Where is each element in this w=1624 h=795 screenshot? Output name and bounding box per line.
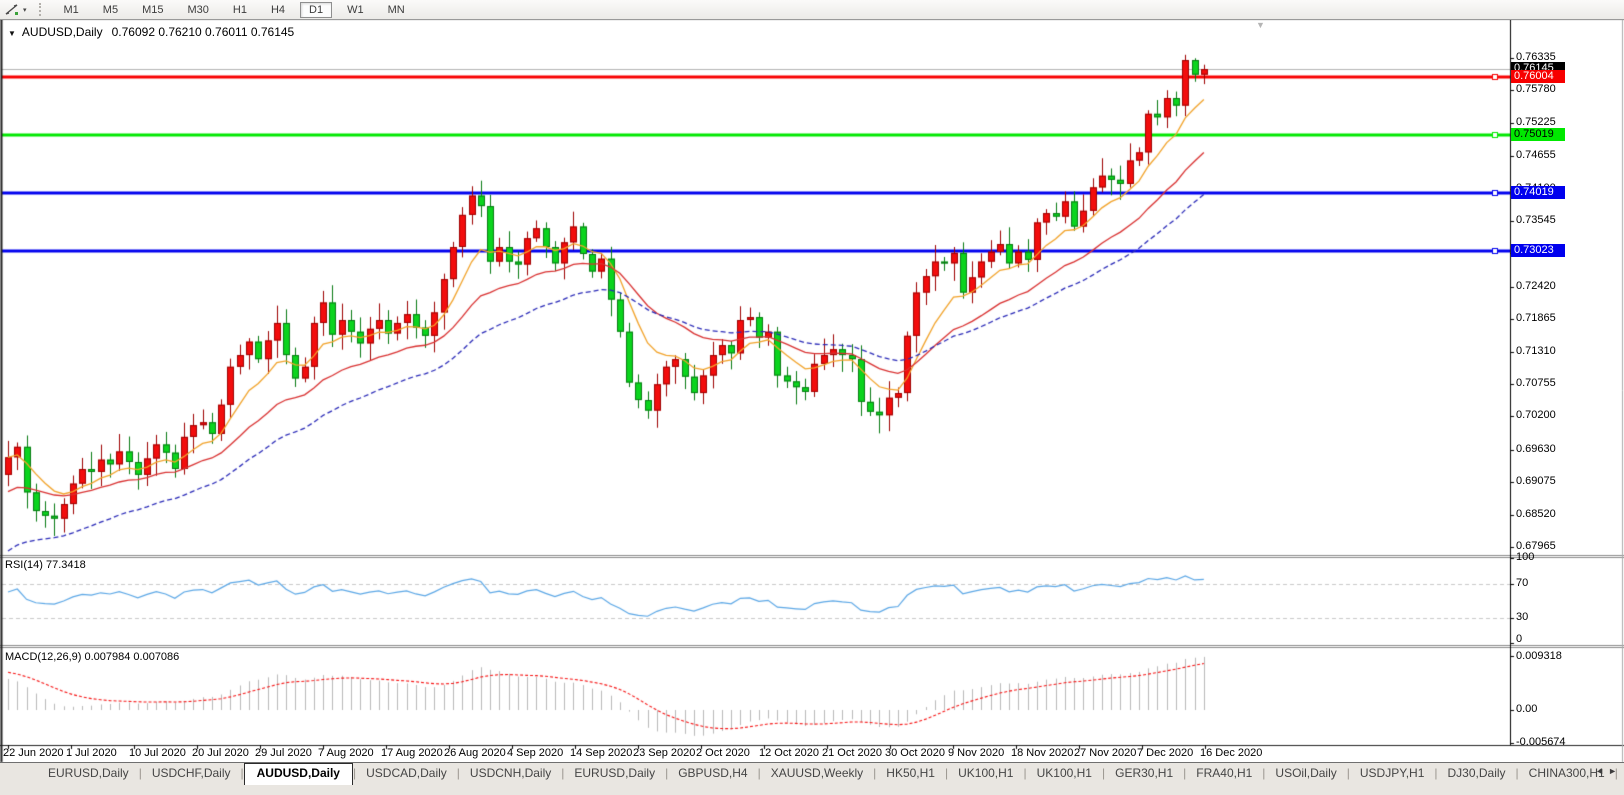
price-axis-label: 0.70200 [1516,409,1556,422]
timeframe-button-d1[interactable]: D1 [300,1,333,18]
line-tools-icon [5,4,18,15]
tab-uk100-h1[interactable]: UK100,H1 [948,763,1023,784]
tab-ger30-h1[interactable]: GER30,H1 [1105,763,1183,784]
tab-usdcnh-daily[interactable]: USDCNH,Daily [460,763,561,784]
price-axis-label: 0.75780 [1516,83,1556,96]
macd-axis-label: 0.00 [1516,703,1538,715]
price-axis-label: 0.69630 [1516,442,1556,455]
date-axis-label: 23 Sep 2020 [633,747,696,759]
date-axis-label: 27 Nov 2020 [1074,747,1137,759]
date-axis-label: 12 Oct 2020 [759,747,819,759]
price-axis-label: 0.69075 [1516,475,1556,488]
price-axis-label: 0.73545 [1516,214,1556,226]
date-axis-label: 30 Oct 2020 [885,747,945,759]
price-axis-label: 0.70755 [1516,377,1556,389]
price-axis-label: 0.75225 [1516,115,1556,128]
tab-dj30-daily[interactable]: DJ30,Daily [1438,763,1516,784]
date-axis-label: 7 Aug 2020 [318,747,374,759]
timeframe-button-m30[interactable]: M30 [178,2,217,18]
tab-uk100-h1[interactable]: UK100,H1 [1027,763,1102,784]
tool-dropdown-icon: ▾ [23,6,27,14]
date-axis-label: 1 Jul 2020 [66,747,117,759]
tab-hk50-h1[interactable]: HK50,H1 [876,763,945,784]
timeframe-button-m15[interactable]: M15 [133,2,172,18]
chart-shift-marker-icon[interactable]: ▼ [1256,20,1265,30]
rsi-axis-label: 30 [1516,610,1529,623]
timeframe-button-h4[interactable]: H4 [262,2,294,18]
date-axis-label: 17 Aug 2020 [381,747,443,759]
macd-axis-label: -0.005674 [1516,735,1566,748]
timeframe-button-m1[interactable]: M1 [55,2,88,18]
rsi-axis-label: 0 [1516,633,1523,645]
hline-price-badge: 0.75019 [1511,127,1565,141]
rsi-axis-label: 100 [1516,551,1535,563]
date-axis-label: 18 Nov 2020 [1011,747,1074,759]
tab-audusd-daily[interactable]: AUDUSD,Daily [243,763,353,785]
timeframe-button-w1[interactable]: W1 [338,2,373,18]
line-tools-button[interactable]: ▾ [4,3,27,16]
chart-canvas[interactable] [0,0,1624,795]
timeframe-button-h1[interactable]: H1 [224,2,256,18]
tab-xauusd-weekly[interactable]: XAUUSD,Weekly [761,763,873,784]
tab-scroll-left-icon[interactable]: ◄ [1595,766,1608,776]
macd-axis-label: 0.009318 [1516,650,1562,662]
date-axis-label: 14 Sep 2020 [570,747,633,759]
date-axis-label: 29 Jul 2020 [255,747,312,759]
tab-scroll-arrows[interactable]: ◄► [1595,766,1621,776]
tab-usdjpy-h1[interactable]: USDJPY,H1 [1350,763,1434,784]
mt4-terminal: ▾ M1 M5 M15 M30 H1 H4 D1 W1 MN ▼ AUDUSD,Daily 0.76… [0,0,1624,795]
date-axis-label: 21 Oct 2020 [822,747,882,759]
chart-window-title: ▼ AUDUSD,Daily 0.76092 0.76210 0.76011 0.7… [8,25,294,39]
tab-gbpusd-h4[interactable]: GBPUSD,H4 [668,763,757,784]
price-axis-label: 0.68520 [1516,507,1556,520]
timeframe-toolbar: ▾ M1 M5 M15 M30 H1 H4 D1 W1 MN [0,0,1624,20]
rsi-axis-label: 70 [1516,576,1529,589]
tab-eurusd-daily[interactable]: EURUSD,Daily [564,763,665,784]
price-axis-label: 0.72420 [1516,279,1556,292]
tab-usdcad-daily[interactable]: USDCAD,Daily [356,763,457,784]
date-axis-label: 2 Oct 2020 [696,747,750,759]
tab-eurusd-daily[interactable]: EURUSD,Daily [38,763,139,784]
ohlc-readout: 0.76092 0.76210 0.76011 0.76145 [111,25,295,39]
timeframe-button-mn[interactable]: MN [379,2,414,18]
hline-price-badge: 0.74019 [1511,186,1565,200]
hline-price-badge: 0.73023 [1511,244,1565,258]
timeframe-buttons: M1 M5 M15 M30 H1 H4 D1 W1 MN [52,1,417,18]
price-axis-label: 0.71310 [1516,344,1556,357]
date-axis-label: 20 Jul 2020 [192,747,249,759]
hline-price-badge: 0.76004 [1511,70,1565,84]
rsi-indicator-label: RSI(14) 77.3418 [5,559,86,571]
price-axis-label: 0.74655 [1516,149,1556,162]
date-axis-label: 9 Nov 2020 [948,747,1005,759]
tab-fra40-h1[interactable]: FRA40,H1 [1186,763,1262,784]
tab-usoil-daily[interactable]: USOil,Daily [1265,763,1346,784]
date-axis-label: 10 Jul 2020 [129,747,186,759]
collapse-arrow-icon[interactable]: ▼ [8,29,16,38]
timeframe-button-m5[interactable]: M5 [94,2,127,18]
toolbar-grip[interactable] [38,3,44,16]
date-axis-label: 16 Dec 2020 [1200,747,1263,759]
macd-indicator-label: MACD(12,26,9) 0.007984 0.007086 [5,651,180,663]
date-axis-label: 4 Sep 2020 [507,747,564,759]
date-axis-label: 22 Jun 2020 [3,747,64,759]
date-axis-label: 26 Aug 2020 [444,747,506,759]
tab-usdchf-daily[interactable]: USDCHF,Daily [142,763,241,784]
tab-scroll-right-icon[interactable]: ► [1608,766,1621,776]
chart-tab-bar: EURUSD,Daily | USDCHF,Daily | AUDUSD,Daily | U… [0,762,1624,795]
price-axis-label: 0.71865 [1516,312,1556,325]
date-axis-label: 7 Dec 2020 [1137,747,1194,759]
symbol-period-label: AUDUSD,Daily [21,25,103,39]
